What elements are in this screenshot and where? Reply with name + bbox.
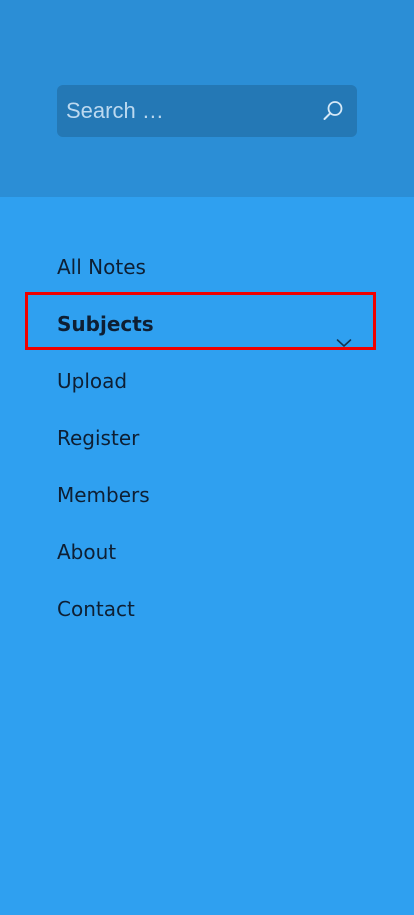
search-box: [57, 85, 357, 137]
main-navigation: All Notes Subjects Upload Register Membe…: [0, 239, 414, 638]
nav-item-subjects[interactable]: Subjects: [0, 296, 414, 353]
nav-item-about[interactable]: About: [0, 524, 414, 581]
menu-header: [0, 0, 414, 197]
nav-item-label: Members: [57, 483, 150, 507]
nav-item-label: About: [57, 540, 117, 564]
nav-item-upload[interactable]: Upload: [0, 353, 414, 410]
search-icon[interactable]: [321, 99, 345, 123]
nav-item-members[interactable]: Members: [0, 467, 414, 524]
chevron-down-icon[interactable]: [336, 316, 352, 347]
nav-item-contact[interactable]: Contact: [0, 581, 414, 638]
nav-item-label: Subjects: [57, 312, 154, 336]
nav-item-all-notes[interactable]: All Notes: [0, 239, 414, 296]
nav-item-label: Upload: [57, 369, 128, 393]
nav-item-label: Contact: [57, 597, 135, 621]
nav-item-register[interactable]: Register: [0, 410, 414, 467]
nav-item-label: All Notes: [57, 255, 146, 279]
search-input[interactable]: [57, 85, 357, 137]
nav-item-label: Register: [57, 426, 140, 450]
